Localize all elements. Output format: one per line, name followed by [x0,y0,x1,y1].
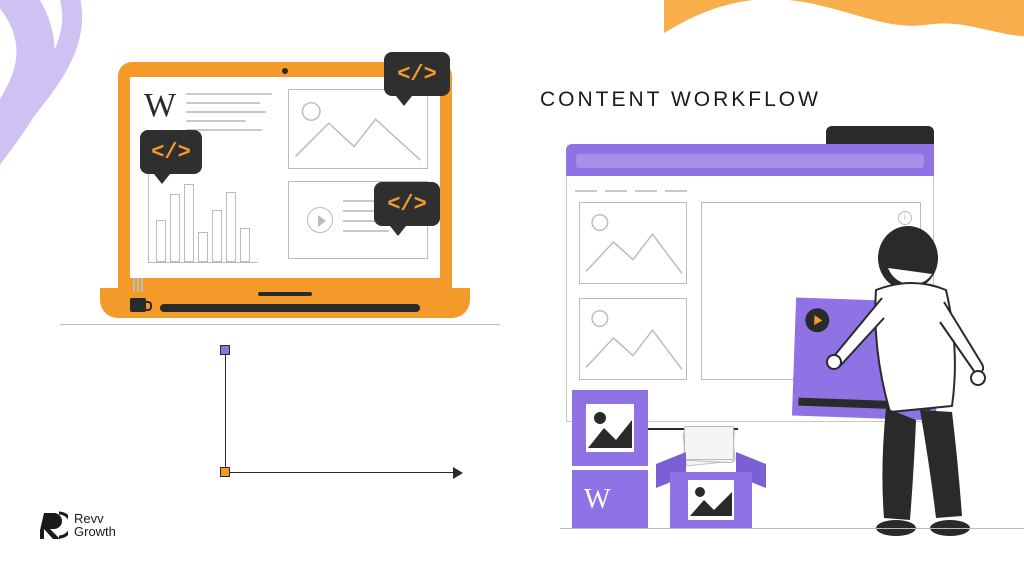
text-box-w: W [572,470,648,528]
logo-text: Revv Growth [74,512,116,538]
code-bubble-icon: </> [140,130,202,174]
laptop-base [100,288,470,318]
text-letter-w: W [144,87,176,125]
anchor-point-icon [220,467,230,477]
ground-line [560,528,1024,529]
logo-icon [40,511,68,539]
play-icon [307,207,333,233]
laptop-screen: W [130,77,440,278]
camera-icon [282,68,288,74]
nav-placeholder [575,182,705,194]
steam-icon [133,278,143,296]
laptop-illustration: W </> </> </> [100,62,470,342]
anchor-point-icon [220,345,230,355]
arrow-right-icon [453,467,463,479]
illustration-stage: CONTENT WORKFLOW W [0,0,1024,569]
image-box [572,390,648,466]
code-bubble-icon: </> [384,52,450,96]
image-thumbnail [579,202,687,284]
desk-line [60,324,500,325]
code-bubble-icon: </> [374,182,440,226]
vector-path-diagram [225,350,477,510]
image-thumbnail [579,298,687,380]
browser-toolbar [566,144,934,176]
mug-icon [130,298,146,312]
page-title: CONTENT WORKFLOW [540,88,821,112]
person-illustration [820,210,1010,540]
open-box [660,458,762,528]
brand-logo: Revv Growth [40,511,116,539]
